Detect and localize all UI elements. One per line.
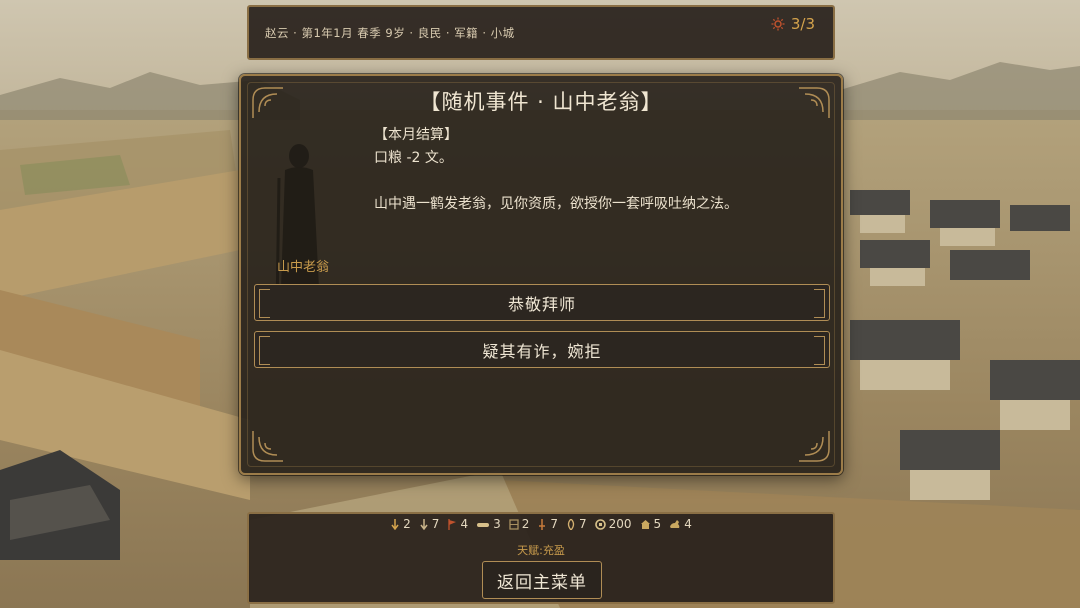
- resource-item: 4: [669, 517, 692, 531]
- flag-icon: [448, 518, 457, 530]
- resource-item: 7: [537, 517, 558, 531]
- corner-ornament-icon: [799, 431, 830, 462]
- event-body: 【本月结算】 口粮 -2 文。 山中遇一鹤发老翁，见你资质，欲授你一套呼吸吐纳之…: [374, 124, 824, 216]
- character-status-text: 赵云 · 第1年1月 春季 9岁 · 良民 · 军籍 · 小城: [265, 26, 515, 40]
- choice-decline-button[interactable]: 疑其有诈，婉拒: [254, 331, 830, 368]
- choice-label: 恭敬拜师: [507, 294, 576, 314]
- resource-item: 4: [447, 517, 468, 531]
- event-narrative: 山中遇一鹤发老翁，见你资质，欲授你一套呼吸吐纳之法。: [374, 196, 738, 212]
- resource-item: 5: [640, 517, 661, 531]
- choice-accept-master-button[interactable]: 恭敬拜师: [254, 284, 830, 321]
- resource-item: 200: [594, 517, 632, 531]
- settlement-line: 口粮 -2 文。: [374, 150, 453, 166]
- action-counter: 3/3: [771, 15, 815, 33]
- coin-icon: [594, 518, 606, 530]
- resource-item: 2: [390, 517, 411, 531]
- horse-icon: [670, 519, 680, 528]
- down-arrow-icon: [420, 518, 428, 530]
- random-event-dialog: 【随机事件 · 山中老翁】 【本月结算】 口粮 -2 文。 山中遇一鹤发老翁，见…: [239, 74, 843, 475]
- resource-list: 2 7 4 3 2 7 7 200 5 4: [249, 517, 833, 531]
- choice-label: 疑其有诈，婉拒: [482, 341, 602, 361]
- corner-ornament-icon: [252, 431, 283, 462]
- bottom-resource-bar: 2 7 4 3 2 7 7 200 5 4 天赋:充盈 返回主菜单: [247, 512, 835, 604]
- book-icon: [509, 518, 519, 530]
- return-main-menu-button[interactable]: 返回主菜单: [482, 561, 602, 599]
- leaf-icon: [567, 518, 575, 530]
- sword-icon: [539, 518, 546, 530]
- settlement-header: 【本月结算】: [374, 127, 458, 143]
- top-status-bar: 赵云 · 第1年1月 春季 9岁 · 良民 · 军籍 · 小城 3/3: [247, 5, 835, 60]
- event-title: 【随机事件 · 山中老翁】: [419, 90, 663, 114]
- sun-icon: [771, 17, 785, 31]
- talent-label: 天赋:充盈: [517, 544, 565, 557]
- resource-item: 2: [509, 517, 529, 531]
- resource-item: 7: [566, 517, 587, 531]
- down-arrow-icon: [391, 518, 399, 530]
- house-icon: [640, 519, 650, 529]
- action-counter-value: 3/3: [790, 15, 815, 33]
- rations-icon: [477, 522, 490, 527]
- resource-item: 7: [419, 517, 439, 531]
- resource-item: 3: [476, 517, 501, 531]
- speaker-name: 山中老翁: [277, 260, 330, 275]
